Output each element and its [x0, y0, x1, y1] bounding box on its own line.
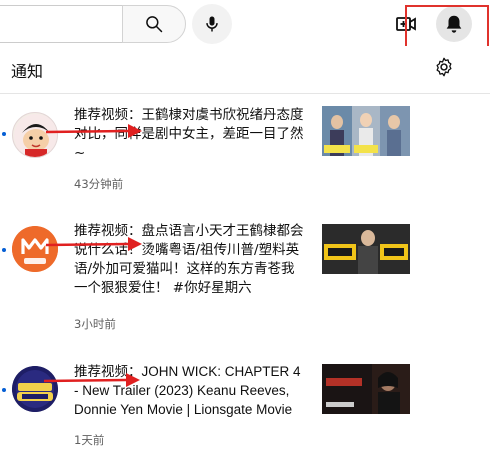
notifications-panel: 通知 推荐视频：王鹤棣对虞书欣祝绪丹态度对比，同样是剧中女主，差距一目了然~ 4…	[0, 46, 490, 472]
notification-time: 43分钟前	[74, 177, 124, 191]
annotation-arrow	[45, 237, 142, 251]
search-icon	[146, 16, 163, 33]
unread-dot	[2, 388, 6, 392]
panel-title: 通知	[11, 62, 44, 81]
annotation-arrow	[43, 373, 140, 387]
voice-search-button[interactable]	[192, 4, 232, 44]
notification-time: 3小时前	[74, 317, 116, 331]
gear-icon	[436, 57, 452, 77]
top-bar	[0, 0, 490, 63]
notification-time: 1天前	[74, 433, 105, 447]
panel-header: 通知	[0, 46, 490, 94]
settings-button[interactable]	[433, 56, 457, 80]
mic-icon	[206, 16, 218, 32]
search-input[interactable]	[0, 5, 122, 43]
video-thumbnail[interactable]	[322, 106, 410, 156]
video-thumbnail[interactable]	[322, 364, 410, 414]
unread-dot	[2, 248, 6, 252]
annotation-arrow	[45, 124, 142, 138]
video-thumbnail[interactable]	[322, 224, 410, 274]
search-button[interactable]	[122, 5, 186, 43]
unread-dot	[2, 132, 6, 136]
